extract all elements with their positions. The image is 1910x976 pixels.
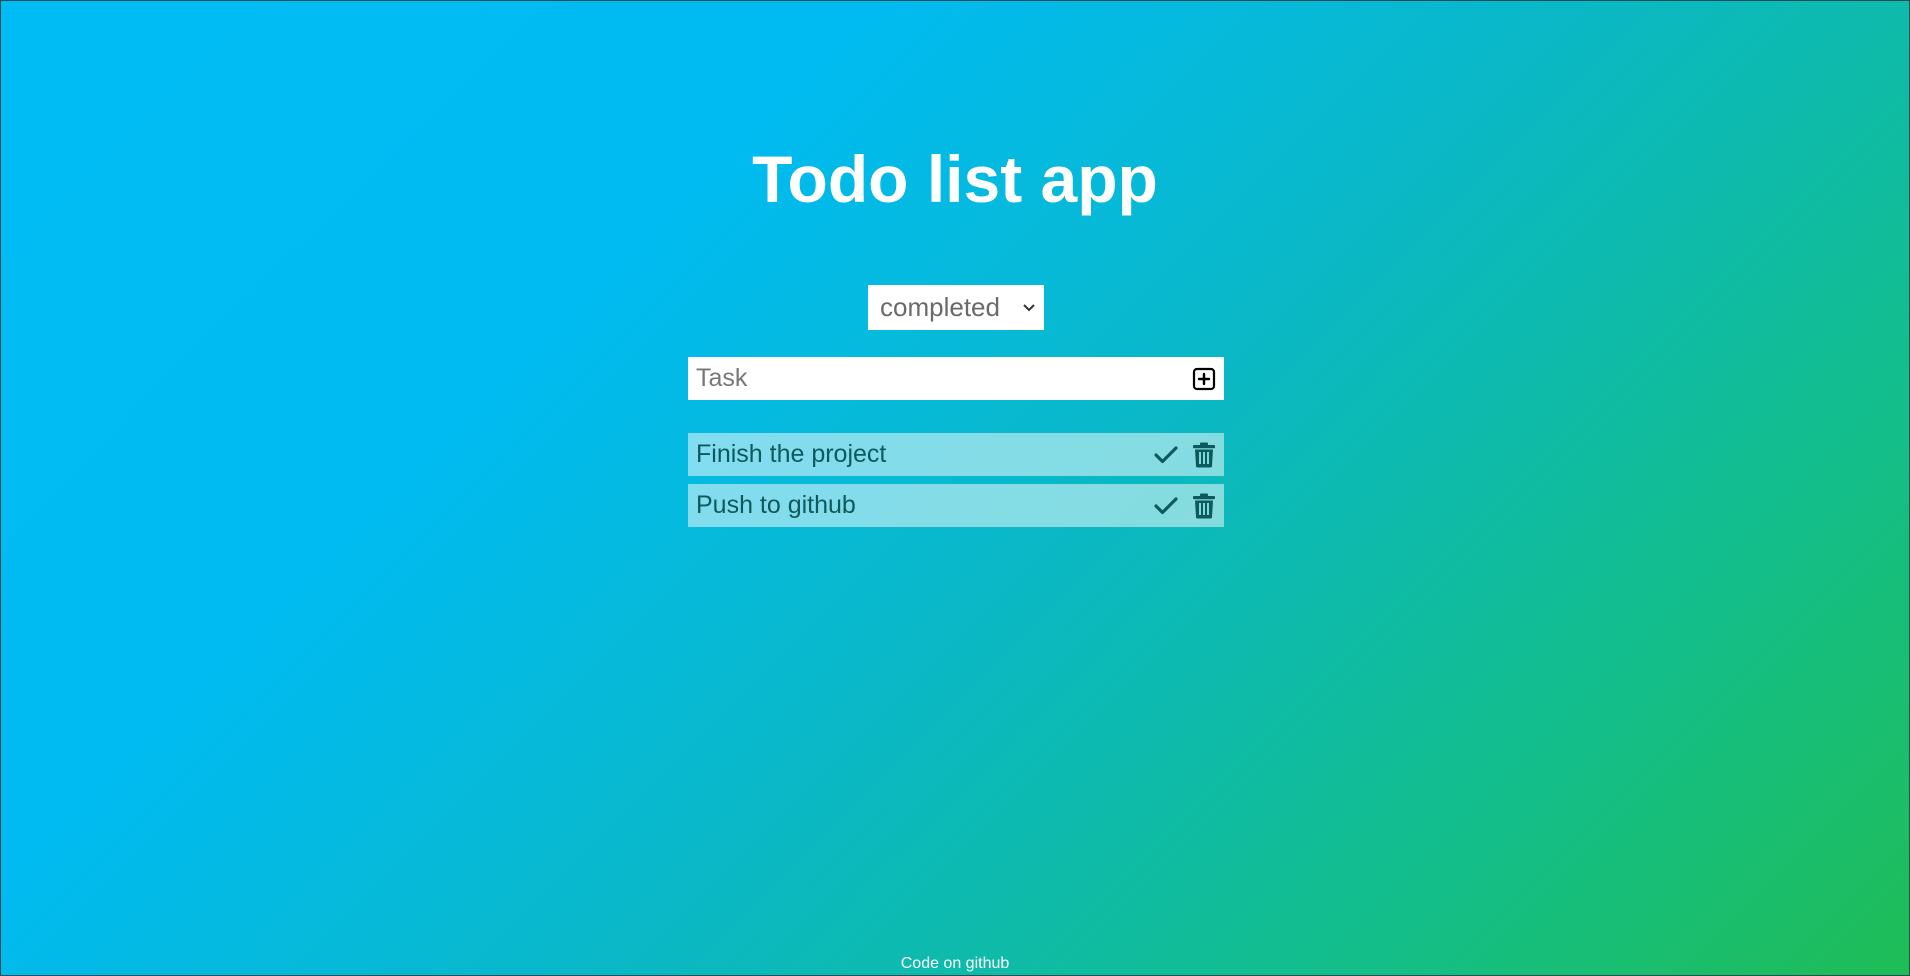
filter-select[interactable]: completed (868, 285, 1044, 330)
delete-button[interactable] (1190, 492, 1218, 520)
todo-item: Push to github (688, 484, 1224, 527)
task-input[interactable] (688, 357, 1191, 400)
plus-square-icon (1192, 367, 1216, 390)
complete-button[interactable] (1152, 492, 1180, 520)
complete-button[interactable] (1152, 441, 1180, 469)
footer: Code on github (1, 955, 1909, 973)
trash-icon (1193, 442, 1215, 467)
page-title: Todo list app (752, 142, 1158, 216)
todo-text: Finish the project (696, 440, 887, 468)
delete-button[interactable] (1190, 441, 1218, 469)
chevron-down-icon (1022, 301, 1036, 315)
add-task-button[interactable] (1191, 366, 1217, 392)
task-input-container (688, 357, 1224, 400)
trash-icon (1193, 493, 1215, 518)
check-icon (1154, 445, 1178, 463)
filter-selected-value: completed (880, 292, 1000, 322)
todo-item: Finish the project (688, 433, 1224, 476)
todo-list: Finish the project Push to github (688, 433, 1224, 535)
todo-text: Push to github (696, 491, 856, 519)
check-icon (1154, 496, 1178, 514)
github-link[interactable]: Code on github (901, 955, 1010, 972)
